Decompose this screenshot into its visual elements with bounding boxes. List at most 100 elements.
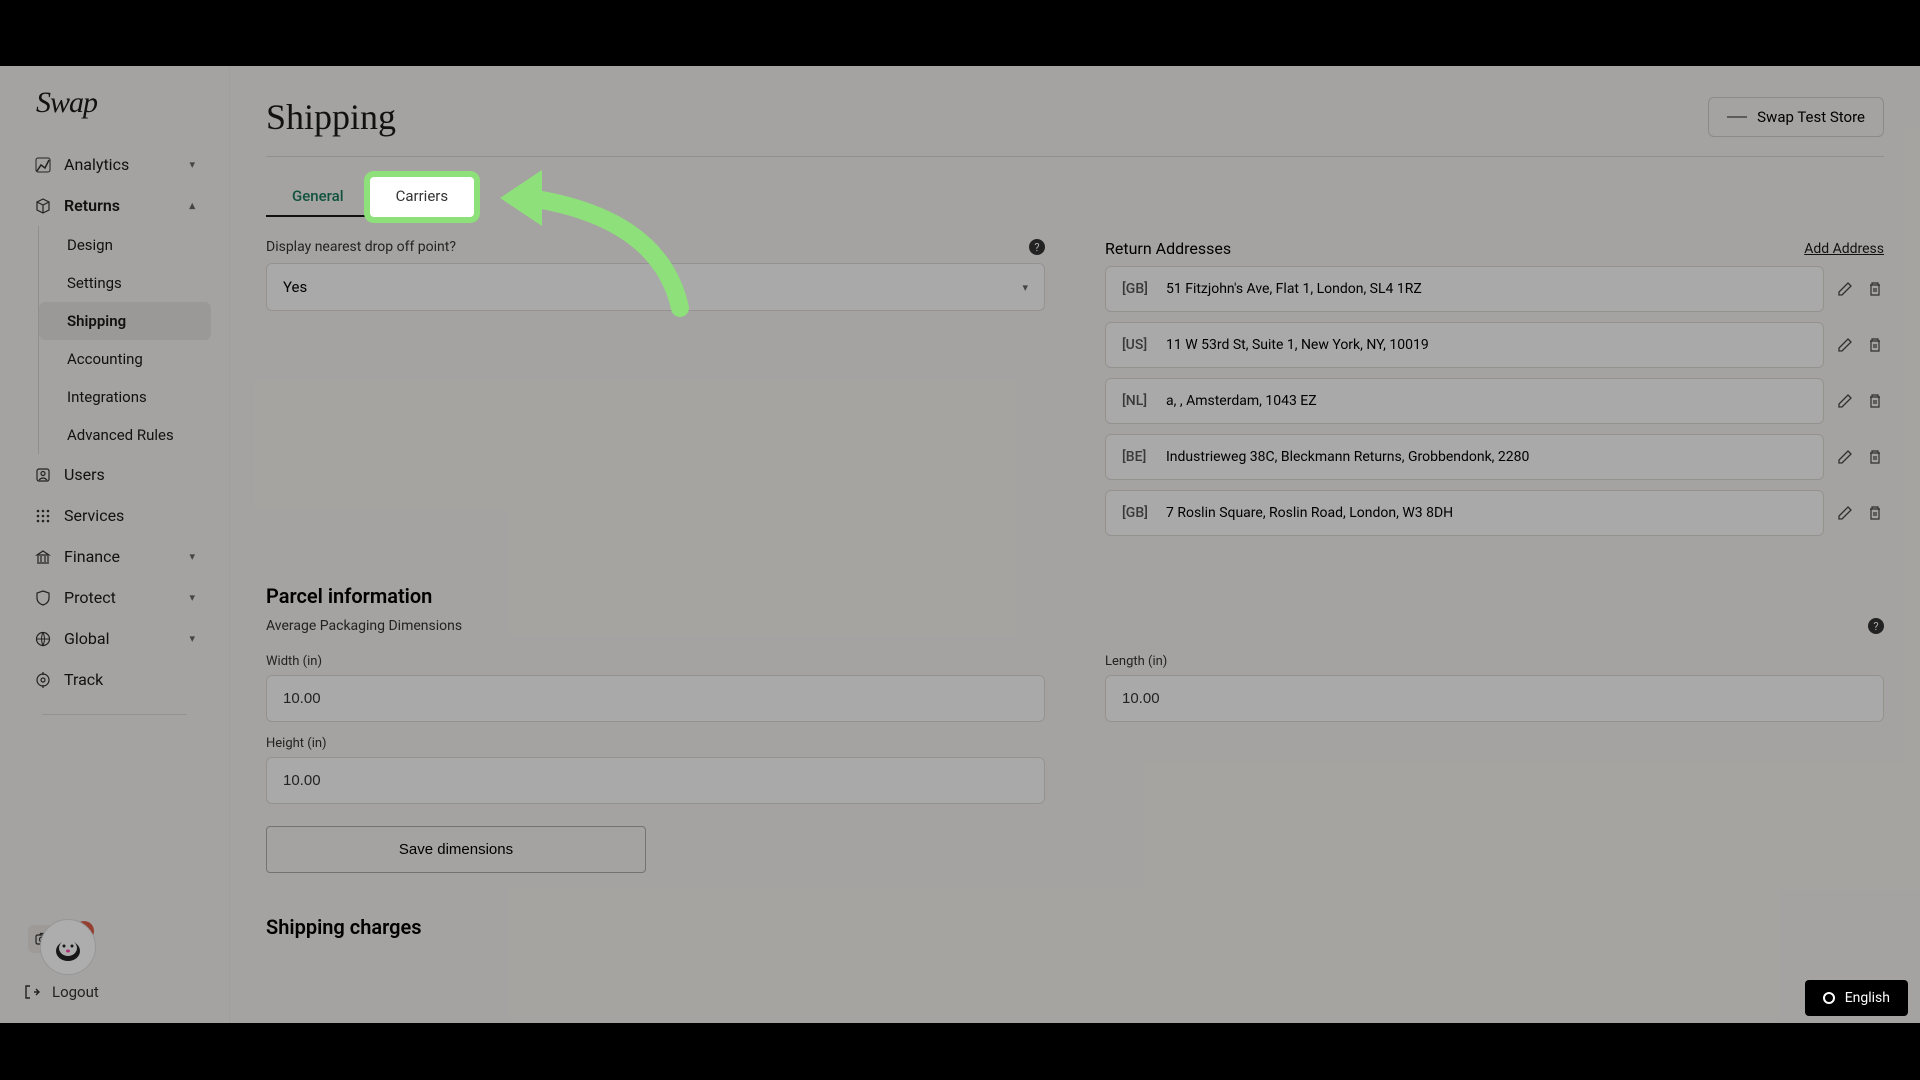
address-text: Industrieweg 38C, Bleckmann Returns, Gro…: [1166, 449, 1529, 465]
page-title: Shipping: [266, 96, 396, 138]
edit-icon[interactable]: [1836, 280, 1854, 298]
trash-icon[interactable]: [1866, 504, 1884, 522]
sidebar-item-track[interactable]: Track: [18, 659, 211, 700]
sidebar-item-label: Accounting: [67, 350, 143, 368]
sidebar-item-advanced-rules[interactable]: Advanced Rules: [39, 416, 211, 454]
dropoff-select[interactable]: Yes ▾: [266, 263, 1045, 311]
address-country: [NL]: [1122, 393, 1154, 409]
tab-bar: General Carriers: [230, 157, 1920, 217]
address-text: a, , Amsterdam, 1043 EZ: [1166, 393, 1317, 409]
sidebar-item-design[interactable]: Design: [39, 226, 211, 264]
sidebar-item-returns[interactable]: Returns ▴: [18, 185, 211, 226]
app-frame: Swap Analytics ▾ Returns ▴ Design Settin…: [0, 66, 1920, 1023]
general-section: Display nearest drop off point? ? Yes ▾ …: [230, 217, 1920, 546]
sidebar-item-protect[interactable]: Protect ▾: [18, 577, 211, 618]
height-label: Height (in): [266, 736, 1045, 751]
edit-icon[interactable]: [1836, 392, 1854, 410]
logout-label: Logout: [52, 983, 99, 1001]
length-label: Length (in): [1105, 654, 1884, 669]
address-row: [BE] Industrieweg 38C, Bleckmann Returns,…: [1105, 434, 1884, 480]
dropoff-value: Yes: [283, 278, 307, 296]
edit-icon[interactable]: [1836, 448, 1854, 466]
letterbox-top: [0, 0, 1920, 66]
dropoff-label-row: Display nearest drop off point? ?: [266, 239, 1045, 255]
address-box: [GB]7 Roslin Square, Roslin Road, London…: [1105, 490, 1824, 536]
store-selector[interactable]: Swap Test Store: [1708, 97, 1884, 137]
chevron-down-icon: ▾: [189, 632, 195, 645]
addresses-column: Return Addresses Add Address [GB]51 Fitz…: [1105, 239, 1884, 546]
address-text: 51 Fitzjohn's Ave, Flat 1, London, SL4 1…: [1166, 281, 1422, 297]
chevron-down-icon: ▾: [189, 591, 195, 604]
edit-icon[interactable]: [1836, 336, 1854, 354]
chevron-down-icon: ▾: [1022, 281, 1028, 294]
sidebar-item-label: Integrations: [67, 388, 147, 406]
tab-carriers[interactable]: Carriers: [370, 177, 475, 217]
address-country: [US]: [1122, 337, 1154, 353]
address-text: 7 Roslin Square, Roslin Road, London, W3…: [1166, 505, 1453, 521]
address-box: [BE] Industrieweg 38C, Bleckmann Returns,…: [1105, 434, 1824, 480]
sidebar-item-label: Track: [64, 670, 103, 689]
sidebar-item-integrations[interactable]: Integrations: [39, 378, 211, 416]
trash-icon[interactable]: [1866, 280, 1884, 298]
parcel-section-title: Parcel information: [230, 546, 1920, 618]
add-address-link[interactable]: Add Address: [1804, 241, 1884, 257]
height-input[interactable]: [266, 757, 1045, 804]
sidebar-nav: Analytics ▾ Returns ▴ Design Settings Sh…: [0, 144, 229, 975]
store-name: Swap Test Store: [1757, 108, 1865, 126]
address-country: [BE]: [1122, 449, 1154, 465]
help-icon[interactable]: ?: [1029, 239, 1045, 255]
trash-icon[interactable]: [1866, 392, 1884, 410]
logout-button[interactable]: Logout: [24, 975, 205, 1009]
store-icon: [1727, 116, 1747, 118]
letterbox-bottom: [0, 1023, 1920, 1080]
sidebar-item-label: Services: [64, 506, 124, 525]
sidebar-item-finance[interactable]: Finance ▾: [18, 536, 211, 577]
target-icon: [34, 671, 52, 689]
dropoff-label: Display nearest drop off point?: [266, 239, 456, 255]
sidebar-item-label: Analytics: [64, 155, 129, 174]
sidebar-item-label: Users: [64, 465, 105, 484]
shield-icon: [34, 589, 52, 607]
avg-dimensions-label-row: Average Packaging Dimensions ?: [230, 618, 1920, 640]
sidebar-item-label: Shipping: [67, 312, 126, 330]
trash-icon[interactable]: [1866, 448, 1884, 466]
help-icon[interactable]: ?: [1868, 618, 1884, 634]
chevron-up-icon: ▴: [189, 199, 195, 212]
language-icon: [1823, 992, 1835, 1004]
tab-general[interactable]: General: [266, 177, 370, 217]
sidebar-item-users[interactable]: Users: [18, 454, 211, 495]
save-dimensions-button[interactable]: Save dimensions: [266, 826, 646, 873]
length-input[interactable]: [1105, 675, 1884, 722]
sidebar-item-global[interactable]: Global ▾: [18, 618, 211, 659]
edit-icon[interactable]: [1836, 504, 1854, 522]
main-content: Shipping Swap Test Store General Carrier…: [230, 66, 1920, 1023]
chevron-down-icon: ▾: [189, 550, 195, 563]
sidebar-item-label: Design: [67, 236, 113, 254]
sidebar-item-accounting[interactable]: Accounting: [39, 340, 211, 378]
dimensions-grid: Width (in) Height (in) Length (in): [230, 640, 1920, 804]
address-box: [NL] a, , Amsterdam, 1043 EZ: [1105, 378, 1824, 424]
bank-icon: [34, 548, 52, 566]
sidebar-item-label: Protect: [64, 588, 116, 607]
trash-icon[interactable]: [1866, 336, 1884, 354]
address-row: [US] 11 W 53rd St, Suite 1, New York, NY,…: [1105, 322, 1884, 368]
sidebar-item-analytics[interactable]: Analytics ▾: [18, 144, 211, 185]
address-row: [NL] a, , Amsterdam, 1043 EZ: [1105, 378, 1884, 424]
addresses-header: Return Addresses Add Address: [1105, 239, 1884, 258]
returns-submenu: Design Settings Shipping Accounting Inte…: [38, 226, 211, 454]
address-text: 11 W 53rd St, Suite 1, New York, NY, 100…: [1166, 337, 1429, 353]
sidebar-item-shipping[interactable]: Shipping: [39, 302, 211, 340]
sidebar-item-services[interactable]: Services: [18, 495, 211, 536]
logout-icon: [24, 984, 40, 1000]
sidebar-item-label: Finance: [64, 547, 120, 566]
sidebar-item-settings[interactable]: Settings: [39, 264, 211, 302]
addresses-title: Return Addresses: [1105, 239, 1231, 258]
dimensions-left: Width (in) Height (in): [266, 640, 1045, 804]
sidebar-item-label: Settings: [67, 274, 122, 292]
page-header: Shipping Swap Test Store: [230, 66, 1920, 156]
language-selector[interactable]: English: [1805, 980, 1908, 1016]
globe-icon: [34, 630, 52, 648]
chart-icon: [34, 156, 52, 174]
mascot-avatar[interactable]: [40, 919, 96, 975]
width-input[interactable]: [266, 675, 1045, 722]
